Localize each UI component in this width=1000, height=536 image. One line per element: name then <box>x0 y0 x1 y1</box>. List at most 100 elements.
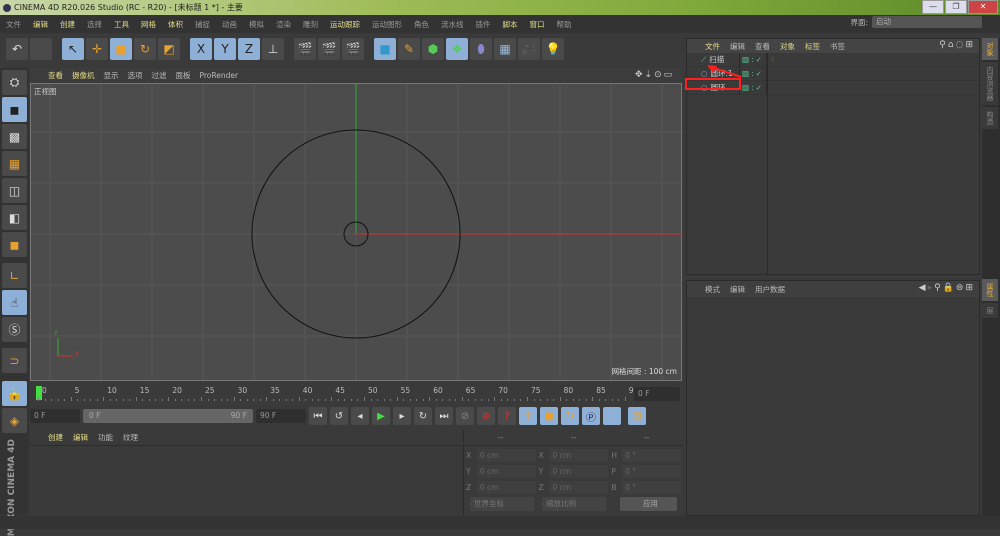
menu-item[interactable]: 编辑 <box>33 19 48 30</box>
pan-icon[interactable]: ✥ <box>635 70 645 80</box>
menu-item[interactable]: 渲染 <box>276 19 291 30</box>
move-down-icon[interactable]: ⇣ <box>645 70 655 80</box>
z-axis-button[interactable]: Z <box>238 38 260 60</box>
menu-item[interactable]: 模拟 <box>249 19 264 30</box>
visibility-dots-icon[interactable]: : <box>751 83 754 92</box>
viewport-menu-item[interactable]: ProRender <box>200 71 239 80</box>
key-parameter-button[interactable]: Ⓟ <box>582 407 600 425</box>
key-rotation-button[interactable]: ↻ <box>561 407 579 425</box>
viewport[interactable]: 正视图 Y X 网格间距 : 100 cm <box>30 83 682 381</box>
scale-mode-dropdown[interactable]: 缩放比例 <box>541 497 606 511</box>
viewport-nav-icons[interactable]: ✥⇣⊙▭ <box>635 70 674 80</box>
edges-mode-button[interactable]: ◧ <box>2 205 27 230</box>
coord-field[interactable]: 0 ° <box>622 465 681 478</box>
points-mode-button[interactable]: ◫ <box>2 178 27 203</box>
pen-button[interactable]: ✎ <box>398 38 420 60</box>
enabled-check-icon[interactable]: ✓ <box>756 69 762 78</box>
coord-field[interactable]: 0 cm <box>476 449 536 462</box>
viewport-menu-item[interactable]: 查看 <box>48 70 63 81</box>
visibility-dots-icon[interactable]: : <box>751 69 754 78</box>
enabled-check-icon[interactable]: ✓ <box>756 55 762 64</box>
maximize-view-icon[interactable]: ▭ <box>664 70 675 80</box>
apply-button[interactable]: 应用 <box>619 497 677 511</box>
attribute-menu-item[interactable]: 模式 <box>705 284 720 295</box>
tab-attributes[interactable]: 属性 <box>982 279 998 301</box>
texture-mode-button[interactable]: ▩ <box>2 124 27 149</box>
polygons-mode-button[interactable]: ◼ <box>2 232 27 257</box>
minimize-button[interactable]: — <box>922 0 944 14</box>
viewport-menu-item[interactable]: 选项 <box>128 70 143 81</box>
viewport-menu-item[interactable]: 显示 <box>104 70 119 81</box>
material-menu-item[interactable]: 纹理 <box>123 432 138 443</box>
material-menu-item[interactable]: 功能 <box>98 432 113 443</box>
layer-icon[interactable]: ▨ <box>742 83 749 92</box>
coord-field[interactable]: 0 cm <box>549 481 609 494</box>
deformer-button[interactable]: ⬮ <box>470 38 492 60</box>
viewport-menu-item[interactable]: 过滤 <box>152 70 167 81</box>
object-menu-item[interactable]: 书签 <box>830 41 845 52</box>
y-axis-button[interactable]: Y <box>214 38 236 60</box>
menu-item[interactable]: 帮助 <box>557 19 572 30</box>
search-icon[interactable]: ⚲ <box>939 40 948 50</box>
zoom-icon[interactable]: ⊙ <box>654 70 664 80</box>
scale-button[interactable]: ■ <box>110 38 132 60</box>
floor-button[interactable]: ▦ <box>494 38 516 60</box>
cube-button[interactable]: ■ <box>374 38 396 60</box>
object-menu-item[interactable]: 查看 <box>755 41 770 52</box>
menu-item[interactable]: 插件 <box>476 19 491 30</box>
menu-item[interactable]: 动画 <box>222 19 237 30</box>
lock-workplane-button[interactable]: 🔒 <box>2 381 27 406</box>
keyframe-selection-button[interactable]: ? <box>498 407 516 425</box>
move-button[interactable]: ✛ <box>86 38 108 60</box>
render-picture-viewer-button[interactable]: 🎬 <box>318 38 340 60</box>
tab-structure[interactable]: 构造 <box>982 107 998 129</box>
visibility-dots-icon[interactable]: : <box>751 55 754 64</box>
x-axis-button[interactable]: X <box>190 38 212 60</box>
array-button[interactable]: ❖ <box>446 38 468 60</box>
viewport-canvas[interactable] <box>31 84 682 381</box>
coordinate-system-button[interactable]: ⊥ <box>262 38 284 60</box>
live-select-button[interactable]: ↖ <box>62 38 84 60</box>
material-menu-item[interactable]: 创建 <box>48 432 63 443</box>
autokey-button[interactable]: ⊚ <box>477 407 495 425</box>
viewport-menu-item[interactable]: 面板 <box>176 70 191 81</box>
menu-item[interactable]: 窗口 <box>530 19 545 30</box>
key-position-button[interactable]: ✛ <box>519 407 537 425</box>
tweak-mode-button[interactable]: ☝ <box>2 290 27 315</box>
tab-layers[interactable]: 层 <box>982 303 998 318</box>
coord-field[interactable]: 0 cm <box>549 449 609 462</box>
coord-field[interactable]: 0 cm <box>549 465 609 478</box>
menu-item[interactable]: 捕捉 <box>195 19 210 30</box>
prev-key-button[interactable]: ↺ <box>330 407 348 425</box>
end-frame-field[interactable]: 90 F <box>256 409 306 423</box>
back-arrow-icon[interactable]: ◀ <box>919 283 928 293</box>
render-settings-button[interactable]: 🎬 <box>342 38 364 60</box>
menu-item[interactable]: 角色 <box>414 19 429 30</box>
timeline-ruler[interactable]: 051015202530354045505560657075808590 <box>30 383 682 403</box>
attribute-menu-item[interactable]: 编辑 <box>730 284 745 295</box>
play-button[interactable]: ▶ <box>372 407 390 425</box>
menu-item[interactable]: 雕刻 <box>303 19 318 30</box>
coord-field[interactable]: 0 cm <box>476 481 536 494</box>
coord-field[interactable]: 0 ° <box>622 481 681 494</box>
key-point-level-button[interactable]: ⁘ <box>603 407 621 425</box>
tab-objects[interactable]: 对象 <box>982 38 998 60</box>
rotate-button[interactable]: ↻ <box>134 38 156 60</box>
coord-field[interactable]: 0 ° <box>622 449 681 462</box>
phong-tag-icon[interactable]: ⁖ <box>770 55 774 64</box>
coord-field[interactable]: 0 cm <box>476 465 536 478</box>
material-menu-item[interactable]: 编辑 <box>73 432 88 443</box>
menu-item[interactable]: 创建 <box>60 19 75 30</box>
home-icon[interactable]: ⌂ <box>948 40 956 50</box>
light-button[interactable]: 💡 <box>542 38 564 60</box>
frame-range-slider[interactable]: 0 F 90 F <box>83 409 253 423</box>
record-button[interactable]: ⊘ <box>456 407 474 425</box>
object-menu-item[interactable]: 对象 <box>780 41 795 52</box>
menu-item[interactable]: 流水线 <box>441 19 464 30</box>
object-menu-item[interactable]: 标签 <box>805 41 820 52</box>
new-window-icon[interactable]: ⊞ <box>965 40 975 50</box>
search-icon[interactable]: ⚲ <box>934 283 943 293</box>
workplane-button[interactable]: ▦ <box>2 151 27 176</box>
current-frame-field[interactable]: 0 F <box>634 387 680 401</box>
start-frame-field[interactable]: 0 F <box>30 409 80 423</box>
